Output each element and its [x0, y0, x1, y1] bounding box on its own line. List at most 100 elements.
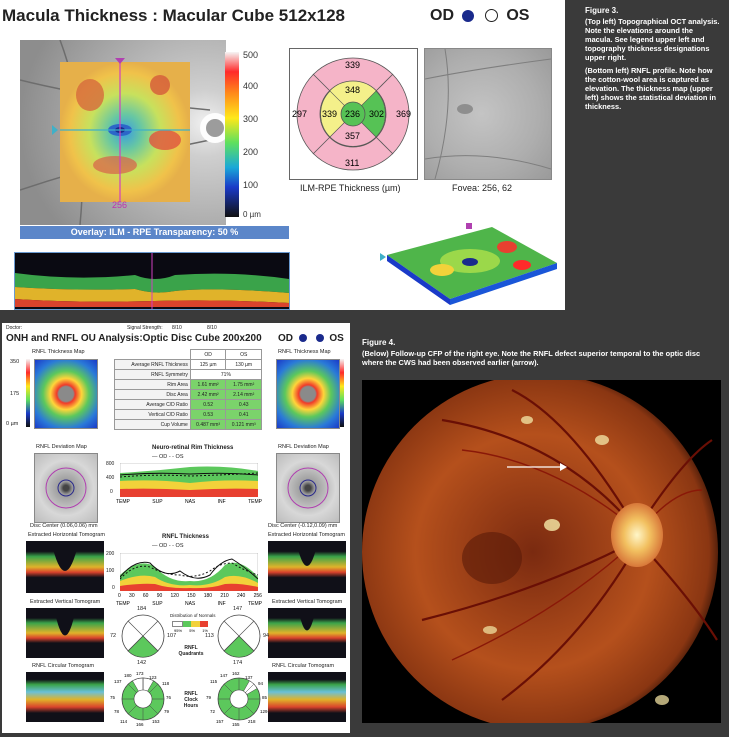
- macular-thickness-map: [20, 40, 226, 225]
- b-scan-layers-graphic: [15, 253, 289, 309]
- od-filled-circle-icon[interactable]: [462, 9, 475, 22]
- table-row-label: Average C/D Ratio: [114, 399, 191, 410]
- distribution-color-bar: [172, 621, 208, 627]
- table-cell-symmetry: 71%: [189, 369, 263, 380]
- od-clock-value: 114: [120, 719, 128, 724]
- rim-ytick-800: 800: [106, 461, 115, 467]
- onh-od-label[interactable]: OD: [278, 333, 293, 344]
- scale-tick-400: 400: [243, 81, 259, 91]
- od-quadrant-left: 72: [110, 633, 117, 639]
- table-row: Vertical C/D Ratio 0.53 0.41: [114, 409, 262, 420]
- x-label-temp: TEMP: [116, 499, 130, 505]
- od-vertical-cup-graphic: [54, 608, 76, 636]
- os-disc-center: Disc Center (-0.12,0.09) mm: [268, 523, 338, 529]
- rnfl-ytick-0: 0: [112, 585, 115, 591]
- os-quadrant-chart: [216, 613, 262, 659]
- os-clock-value: 94: [258, 681, 264, 686]
- os-deviation-map-label: RNFL Deviation Map: [278, 444, 329, 450]
- figure3-heading: Figure 3.: [585, 6, 619, 15]
- od-quadrant-chart: [120, 613, 166, 659]
- dist-pct: 95%: [174, 628, 183, 633]
- table-cell-od: 0.52: [189, 399, 227, 410]
- rnfl-legend-od-line-icon: —: [152, 543, 158, 549]
- os-rnfl-thickness-map: [276, 359, 340, 429]
- os-clock-value: 129: [260, 709, 268, 714]
- rim-thickness-chart: [119, 462, 259, 498]
- 3d-topography-map: [372, 215, 562, 305]
- table-row-label: Vertical C/D Ratio: [114, 409, 191, 420]
- od-label[interactable]: OD: [430, 7, 454, 24]
- od-clock-value: 76: [166, 695, 172, 700]
- etdrs-outer-left: 297: [292, 109, 308, 119]
- rnfl-parameters-table: OD OS Average RNFL Thickness 125 µm 130 …: [114, 349, 263, 430]
- table-cell-od: 0.53: [189, 409, 227, 420]
- os-clock-values: 162 137 115 94 79 85 72 129 157 218 155 …: [206, 671, 268, 727]
- od-rnfl-thickness-map: [34, 359, 98, 429]
- rnfl-legend-os: OS: [175, 543, 184, 549]
- quadrants-label: RNFL Quadrants: [178, 645, 204, 657]
- od-map-tick-350: 350: [10, 359, 20, 365]
- os-clock-value: 115: [210, 679, 218, 684]
- distribution-pcts: 95% 5% 1%: [174, 628, 208, 633]
- os-deviation-map: [276, 453, 340, 523]
- table-cell-od: 0.487 mm³: [189, 419, 227, 430]
- od-clock-value: 79: [164, 709, 170, 714]
- rnfl-xaxis-ticks: 0 30 60 90 120 150 180 210 240 256: [118, 593, 262, 599]
- rnfl-x-label-nas: NAS: [184, 601, 196, 607]
- rnfl-legend-od: OD: [159, 543, 168, 549]
- od-deviation-circle-graphic: [45, 467, 87, 509]
- fovea-caption: Fovea: 256, 62: [452, 183, 513, 193]
- thickness-map-graphic: [20, 40, 226, 225]
- x-label-sup: SUP: [152, 499, 163, 505]
- os-circular-tomogram: [268, 672, 346, 722]
- os-clock-value: 147: [220, 673, 228, 678]
- table-row: Cup Volume 0.487 mm³ 0.121 mm³: [114, 419, 262, 430]
- eye-selector: OD OS: [430, 7, 529, 25]
- os-clock-value: 218: [248, 719, 256, 724]
- table-row-label: Average RNFL Thickness: [114, 359, 191, 370]
- od-horizontal-cup-graphic: [51, 541, 79, 571]
- od-quadrant-top: 184: [137, 606, 147, 612]
- signal-os: 8/10: [207, 325, 217, 331]
- rnfl-xtick: 256: [253, 593, 262, 599]
- macula-title: Macula Thickness : Macular Cube 512x128: [2, 6, 345, 25]
- table-row: Rim Area 1.61 mm² 1.75 mm²: [114, 379, 262, 390]
- rnfl-legend: — OD - - OS: [152, 543, 184, 549]
- os-horizontal-tomogram: [268, 541, 346, 593]
- table-cell-os: 1.75 mm²: [225, 379, 262, 390]
- onh-os-circle-icon[interactable]: [315, 334, 324, 343]
- os-clock-value: 79: [206, 695, 212, 700]
- os-vertical-tomogram: [268, 608, 346, 658]
- os-vertical-cup-graphic: [298, 608, 316, 631]
- rnfl-x-label-sup: SUP: [152, 601, 163, 607]
- thickness-color-scale: [225, 52, 239, 217]
- rnfl-xtick: 210: [220, 593, 229, 599]
- os-thickness-map-label: RNFL Thickness Map: [278, 349, 331, 355]
- b-scan-tomogram: [14, 252, 290, 310]
- etdrs-inner-superior: 348: [345, 85, 361, 95]
- rim-chart-title: Neuro-retinal Rim Thickness: [152, 445, 234, 451]
- table-header-os: OS: [225, 349, 262, 360]
- clock-hours-label: RNFL Clock Hours: [183, 691, 199, 709]
- table-cell-os: 2.14 mm²: [225, 389, 262, 400]
- table-cell-os: 0.121 mm³: [225, 419, 262, 430]
- etdrs-inner-inferior: 357: [345, 131, 361, 141]
- onh-os-label[interactable]: OS: [329, 333, 343, 344]
- onh-eye-selector: OD OS: [278, 333, 344, 344]
- os-clock-value: 137: [245, 675, 253, 680]
- table-row: Average C/D Ratio 0.52 0.43: [114, 399, 262, 410]
- fundus-photograph: [362, 380, 721, 723]
- legend-od: OD: [159, 454, 168, 460]
- os-label[interactable]: OS: [506, 7, 529, 24]
- od-clock-values: 173 123 137 118 75 76 78 79 114 153 166 …: [110, 671, 172, 727]
- etdrs-inner-left: 339: [322, 109, 338, 119]
- os-clock-value: 157: [216, 719, 224, 724]
- os-empty-circle-icon[interactable]: [484, 9, 498, 23]
- dist-pct: 5%: [189, 628, 195, 633]
- onh-od-circle-icon[interactable]: [298, 334, 307, 343]
- os-clock-value: 155: [232, 722, 240, 727]
- etdrs-center: 236: [345, 109, 361, 119]
- table-row-label: Disc Area: [114, 389, 191, 400]
- os-ext-horizontal-label: Extracted Horizontal Tomogram: [268, 532, 345, 538]
- os-quadrant-graphic: [217, 614, 261, 658]
